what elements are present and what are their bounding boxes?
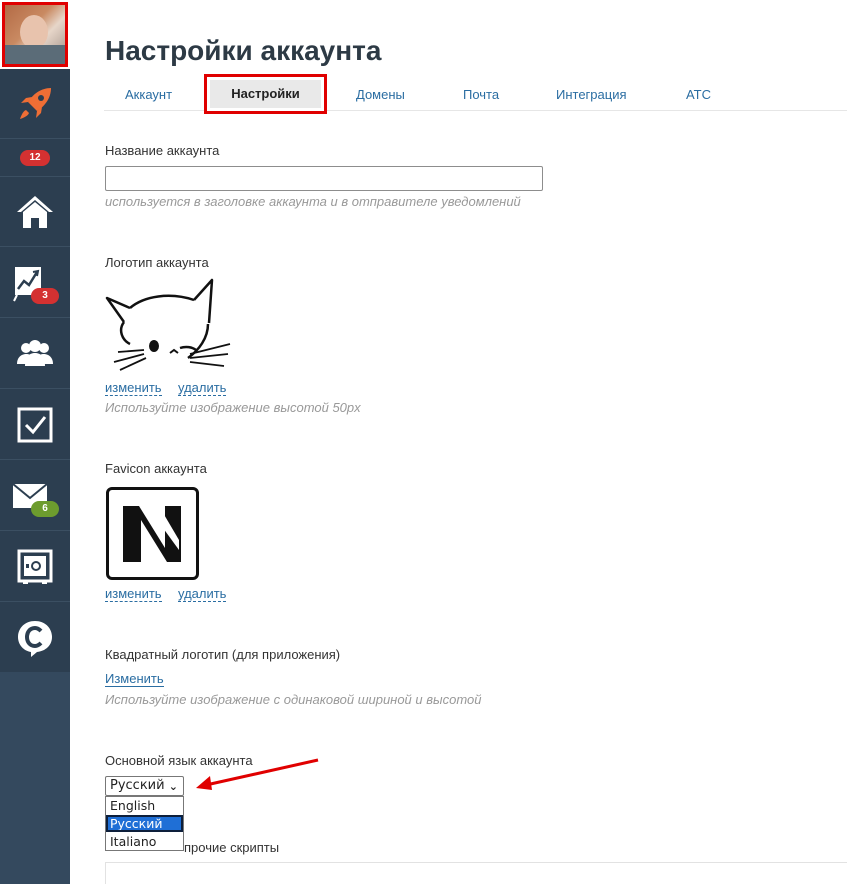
square-logo-hint: Используйте изображение с одинаковой шир… <box>105 692 482 707</box>
favicon-image <box>106 487 199 580</box>
account-name-hint: используется в заголовке аккаунта и в от… <box>105 194 521 209</box>
page-title: Настройки аккаунта <box>105 35 382 66</box>
tab-mail[interactable]: Почта <box>463 87 499 102</box>
favicon-change-link[interactable]: изменить <box>105 586 162 602</box>
home-icon <box>17 195 53 228</box>
language-dropdown: English Русский Italiano <box>105 796 184 851</box>
sidebar-item-dashboard[interactable] <box>0 69 70 139</box>
logo-change-link[interactable]: изменить <box>105 380 162 396</box>
avatar[interactable] <box>2 2 68 67</box>
favicon-label: Favicon аккаунта <box>105 461 207 476</box>
tab-settings-label: Настройки <box>210 80 321 108</box>
sidebar-item-home[interactable] <box>0 177 70 247</box>
analytics-badge: 3 <box>31 288 59 304</box>
square-logo-label: Квадратный логотип (для приложения) <box>105 647 341 662</box>
avatar-wrapper <box>0 0 70 69</box>
language-option-italiano[interactable]: Italiano <box>106 833 183 850</box>
scripts-textarea[interactable] <box>105 862 847 884</box>
language-select-value: Русский <box>110 778 165 793</box>
contacts-icon <box>17 339 53 366</box>
sidebar-footer <box>0 672 70 884</box>
tab-integration[interactable]: Интеграция <box>556 87 627 102</box>
logo-delete-link[interactable]: удалить <box>178 380 227 396</box>
sidebar-item-analytics[interactable]: 3 <box>0 248 70 318</box>
favicon-n-icon <box>123 506 181 562</box>
account-logo-label: Логотип аккаунта <box>105 255 209 270</box>
square-logo-change-link[interactable]: Изменить <box>105 671 164 687</box>
language-select[interactable]: Русский ⌄ <box>105 776 184 796</box>
sidebar-item-contacts[interactable] <box>0 319 70 389</box>
sidebar-item-chat[interactable] <box>0 603 70 673</box>
sidebar-item-tasks[interactable] <box>0 390 70 460</box>
account-logo-hint: Используйте изображение высотой 50px <box>105 400 361 415</box>
tasks-icon <box>17 407 53 442</box>
annotation-arrow-icon <box>196 758 319 790</box>
favicon-delete-link[interactable]: удалить <box>178 586 227 602</box>
settings-safe-icon <box>17 549 53 584</box>
sidebar: 12 3 6 <box>0 0 70 884</box>
chevron-down-icon: ⌄ <box>168 780 178 793</box>
tab-domains[interactable]: Домены <box>356 87 405 102</box>
tab-bar: Аккаунт Настройки Домены Почта Интеграци… <box>104 74 847 114</box>
cat-logo-image <box>105 278 231 371</box>
tab-account[interactable]: Аккаунт <box>125 87 172 102</box>
sidebar-item-mail[interactable]: 6 <box>0 461 70 531</box>
chat-icon <box>18 620 52 657</box>
sidebar-item-calls[interactable]: 12 <box>0 140 70 177</box>
account-name-input[interactable] <box>105 166 543 191</box>
mail-badge: 6 <box>31 501 59 517</box>
account-name-label: Название аккаунта <box>105 143 220 158</box>
language-option-english[interactable]: English <box>106 797 183 814</box>
sidebar-item-settings[interactable] <box>0 532 70 602</box>
scripts-label: прочие скрипты <box>184 840 280 855</box>
tab-settings[interactable]: Настройки <box>204 74 327 114</box>
language-option-russian[interactable]: Русский <box>106 815 183 832</box>
calls-badge: 12 <box>20 150 50 166</box>
tab-pbx[interactable]: АТС <box>686 87 711 102</box>
rocket-icon <box>20 87 51 119</box>
